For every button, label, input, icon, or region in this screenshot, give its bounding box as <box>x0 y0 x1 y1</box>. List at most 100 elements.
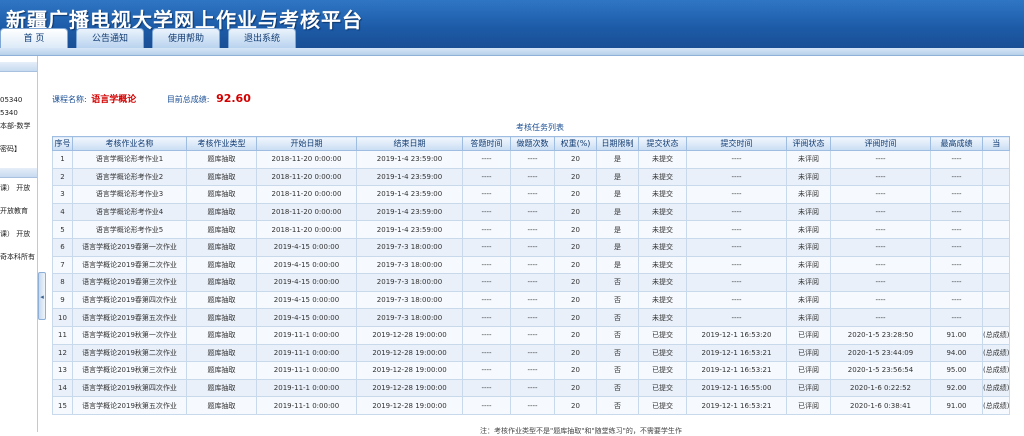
nav-tab-logout[interactable]: 退出系统 <box>228 28 296 48</box>
table-row[interactable]: 15 语言学概论2019秋第五次作业 题库抽取 2019-11-1 0:00:00 20… <box>52 396 1011 415</box>
grade-note <box>981 273 1011 292</box>
table-cell: ---- <box>686 202 787 222</box>
table-cell: ---- <box>686 150 787 169</box>
assignment-name-cell[interactable]: 语言学概论2019春第一次作业 <box>72 237 187 257</box>
table-cell: 否 <box>596 361 639 380</box>
table-row[interactable]: 13 语言学概论2019秋第三次作业 题库抽取 2019-11-1 0:00:00 20… <box>52 361 1011 380</box>
sidebar-course-line[interactable]: 课） 开放 <box>0 228 37 241</box>
table-cell: 2020-1-5 23:56:54 <box>830 361 931 380</box>
table-cell: 2 <box>52 167 73 187</box>
table-cell: 未提交 <box>638 150 687 169</box>
grade-note: (总成绩) <box>981 378 1011 398</box>
table-cell: 2019-1-4 23:59:00 <box>356 167 463 187</box>
table-cell: ---- <box>830 290 931 310</box>
assignment-name-cell[interactable]: 语言学概论形考作业4 <box>72 202 187 222</box>
table-cell: 未评阅 <box>786 273 831 292</box>
table-cell: 2019-7-3 18:00:00 <box>356 290 463 310</box>
table-cell: ---- <box>830 185 931 204</box>
table-row[interactable]: 14 语言学概论2019秋第四次作业 题库抽取 2019-11-1 0:00:00 20… <box>52 378 1011 398</box>
change-password-link[interactable]: 密码】 <box>0 143 37 156</box>
site-header: 新疆广播电视大学网上作业与考核平台 首 页 公告通知 使用帮助 退出系统 <box>0 0 1024 48</box>
table-row[interactable]: 3 语言学概论形考作业3 题库抽取 2018-11-20 0:00:00 2019-1-… <box>52 185 1011 204</box>
assignment-name-cell[interactable]: 语言学概论形考作业1 <box>72 150 187 169</box>
table-cell: ---- <box>510 202 555 222</box>
table-row[interactable]: 4 语言学概论形考作业4 题库抽取 2018-11-20 0:00:00 2019-1-… <box>52 202 1011 222</box>
task-table: 序号 考核作业名称 考核作业类型 开始日期 结束日期 答题时间 做题次数 权重(%) 日期限制提… <box>52 136 1011 415</box>
table-cell: 是 <box>596 202 639 222</box>
sidebar-course-line[interactable]: 奇本科所有 <box>0 251 37 264</box>
table-cell: 2019-12-28 19:00:00 <box>356 396 463 415</box>
table-row[interactable]: 1 语言学概论形考作业1 题库抽取 2018-11-20 0:00:00 2019-1-… <box>52 150 1011 169</box>
table-cell: ---- <box>686 308 787 327</box>
table-cell: 2019-12-1 16:55:00 <box>686 378 787 398</box>
column-header: 评阅状态 <box>786 136 831 151</box>
table-cell: ---- <box>510 255 555 275</box>
assignment-name-cell[interactable]: 语言学概论形考作业3 <box>72 185 187 204</box>
grade-note: (总成绩) <box>981 396 1011 415</box>
table-cell: ---- <box>830 255 931 275</box>
table-caption: 考核任务列表 <box>516 123 564 132</box>
assignment-name-cell[interactable]: 语言学概论2019春第四次作业 <box>72 290 187 310</box>
sidebar-user-line: 5340 <box>0 109 18 117</box>
table-cell: 1 <box>52 150 73 169</box>
table-cell: 未评阅 <box>786 220 831 239</box>
table-cell: 题库抽取 <box>186 273 257 292</box>
nav-tab-announcements[interactable]: 公告通知 <box>76 28 144 48</box>
table-cell: 未提交 <box>638 220 687 239</box>
table-cell: 2019-12-1 16:53:20 <box>686 325 787 345</box>
column-header: 提交状态 <box>638 136 687 151</box>
assignment-name-cell[interactable]: 语言学概论2019秋第四次作业 <box>72 378 187 398</box>
assignment-name-cell[interactable]: 语言学概论2019春第二次作业 <box>72 255 187 275</box>
table-cell: ---- <box>510 150 555 169</box>
sidebar-course-line[interactable]: 课） 开放 <box>0 182 37 195</box>
nav-tab-home[interactable]: 首 页 <box>0 28 68 48</box>
table-cell: 未评阅 <box>786 150 831 169</box>
table-cell: 是 <box>596 150 639 169</box>
table-cell: 已提交 <box>638 396 687 415</box>
assignment-name-cell[interactable]: 语言学概论形考作业5 <box>72 220 187 239</box>
table-cell: 题库抽取 <box>186 185 257 204</box>
table-row[interactable]: 2 语言学概论形考作业2 题库抽取 2018-11-20 0:00:00 2019-1-… <box>52 167 1011 187</box>
table-row[interactable]: 9 语言学概论2019春第四次作业 题库抽取 2019-4-15 0:00:00 201… <box>52 290 1011 310</box>
sidebar: 05340 5340 本部-数学 密码】 课） 开放 开放教育 课） 开放 奇本… <box>0 56 38 432</box>
sidebar-collapse-handle[interactable]: ◂ <box>38 272 46 320</box>
table-row[interactable]: 6 语言学概论2019春第一次作业 题库抽取 2019-4-15 0:00:00 201… <box>52 237 1011 257</box>
assignment-name-cell[interactable]: 语言学概论2019春第三次作业 <box>72 273 187 292</box>
table-cell: 20 <box>554 378 597 398</box>
table-cell: 2019-4-15 0:00:00 <box>256 273 357 292</box>
table-cell: 未提交 <box>638 255 687 275</box>
table-cell: 题库抽取 <box>186 290 257 310</box>
assignment-name-cell[interactable]: 语言学概论2019秋第五次作业 <box>72 396 187 415</box>
column-header: 评阅时间 <box>830 136 931 151</box>
table-cell: ---- <box>462 308 511 327</box>
table-cell: 2019-11-1 0:00:00 <box>256 325 357 345</box>
table-cell: 2019-11-1 0:00:00 <box>256 361 357 380</box>
table-cell: 未提交 <box>638 167 687 187</box>
column-header: 考核作业名称 <box>72 136 187 151</box>
table-cell: ---- <box>462 343 511 363</box>
table-row[interactable]: 8 语言学概论2019春第三次作业 题库抽取 2019-4-15 0:00:00 201… <box>52 273 1011 292</box>
nav-tab-help[interactable]: 使用帮助 <box>152 28 220 48</box>
table-cell: 是 <box>596 237 639 257</box>
footer-note: 注：考核作业类型不是"题库抽取"和"随堂练习"的，不需要学生作 <box>480 427 682 435</box>
assignment-name-cell[interactable]: 语言学概论形考作业2 <box>72 167 187 187</box>
table-cell: 20 <box>554 325 597 345</box>
table-cell: ---- <box>510 167 555 187</box>
table-row[interactable]: 7 语言学概论2019春第二次作业 题库抽取 2019-4-15 0:00:00 201… <box>52 255 1011 275</box>
assignment-name-cell[interactable]: 语言学概论2019春第五次作业 <box>72 308 187 327</box>
table-cell: 20 <box>554 290 597 310</box>
total-score-label: 目前总成绩: <box>166 95 210 104</box>
table-cell: ---- <box>462 220 511 239</box>
sidebar-course-line[interactable]: 开放教育 <box>0 205 37 218</box>
table-cell: 未提交 <box>638 202 687 222</box>
table-row[interactable]: 10 语言学概论2019春第五次作业 题库抽取 2019-4-15 0:00:00 20… <box>52 308 1011 327</box>
column-header: 当 <box>981 136 1011 151</box>
table-row[interactable]: 12 语言学概论2019秋第二次作业 题库抽取 2019-11-1 0:00:00 20… <box>52 343 1011 363</box>
table-row[interactable]: 5 语言学概论形考作业5 题库抽取 2018-11-20 0:00:00 2019-1-… <box>52 220 1011 239</box>
assignment-name-cell[interactable]: 语言学概论2019秋第三次作业 <box>72 361 187 380</box>
column-header: 开始日期 <box>256 136 357 151</box>
assignment-name-cell[interactable]: 语言学概论2019秋第二次作业 <box>72 343 187 363</box>
table-cell: ---- <box>462 237 511 257</box>
assignment-name-cell[interactable]: 语言学概论2019秋第一次作业 <box>72 325 187 345</box>
table-row[interactable]: 11 语言学概论2019秋第一次作业 题库抽取 2019-11-1 0:00:00 20… <box>52 325 1011 345</box>
